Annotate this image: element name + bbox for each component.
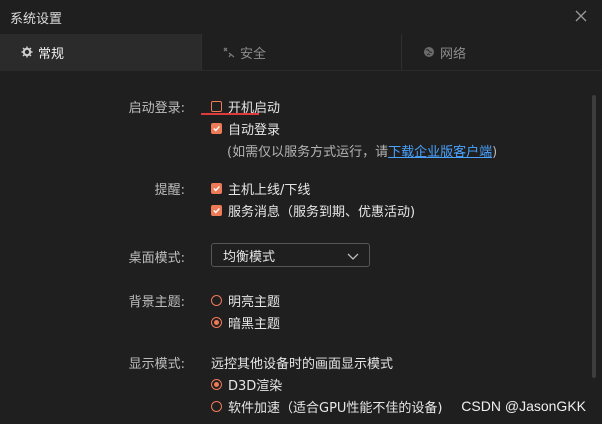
window-title: 系统设置 (10, 12, 63, 27)
tab-security-label: 安全 (240, 46, 267, 62)
settings-content: 启动登录: 开机启动 自动登录 (如需仅以服务方式运行，请下载企业版客户端) 提… (0, 71, 602, 424)
gear-icon (20, 45, 34, 59)
tab-security[interactable]: 安全 (202, 34, 402, 70)
display-mode-description: 远控其他设备时的画面显示模式 (211, 357, 394, 372)
title-bar: 系统设置 (0, 0, 602, 34)
light-theme-label: 明亮主题 (228, 295, 281, 310)
radio-selected-icon (211, 379, 222, 390)
startup-note: (如需仅以服务方式运行，请下载企业版客户端) (227, 141, 497, 160)
chevron-down-icon (347, 250, 359, 260)
startup-label: 启动登录: (128, 101, 185, 116)
tab-network[interactable]: 网络 (402, 34, 602, 70)
radio-software-accel[interactable]: 软件加速（适合GPU性能不佳的设备) (211, 397, 443, 416)
highlight-underline (201, 113, 259, 115)
radio-dark-theme[interactable]: 暗黑主题 (211, 313, 280, 332)
close-icon[interactable] (572, 7, 590, 25)
checkbox-auto-login[interactable]: 自动登录 (211, 119, 280, 138)
startup-note-text: (如需仅以服务方式运行，请 (227, 145, 389, 160)
tab-general[interactable]: 常规 (0, 34, 202, 70)
checkbox-checked-icon (211, 205, 222, 216)
software-accel-label: 软件加速（适合GPU性能不佳的设备) (228, 401, 443, 416)
radio-light-theme[interactable]: 明亮主题 (211, 291, 280, 310)
checkbox-host-online[interactable]: 主机上线/下线 (211, 179, 310, 198)
security-icon (222, 45, 236, 59)
tab-network-label: 网络 (440, 46, 467, 62)
desktop-mode-select[interactable]: 均衡模式 (211, 243, 370, 267)
reminder-label: 提醒: (154, 183, 185, 198)
host-online-label: 主机上线/下线 (228, 183, 311, 198)
service-messages-label: 服务消息（服务到期、优惠活动) (228, 205, 416, 220)
tab-general-label: 常规 (38, 46, 65, 62)
display-mode-label: 显示模式: (128, 357, 185, 372)
checkbox-checked-icon (211, 183, 222, 194)
checkbox-service-messages[interactable]: 服务消息（服务到期、优惠活动) (211, 201, 415, 220)
checkbox-checked-icon (211, 123, 222, 134)
desktop-mode-label: 桌面模式: (128, 251, 185, 266)
globe-icon (422, 45, 436, 59)
radio-d3d-render[interactable]: D3D渲染 (211, 375, 282, 394)
d3d-render-label: D3D渲染 (228, 379, 283, 394)
radio-unselected-icon (211, 295, 222, 306)
desktop-mode-value: 均衡模式 (223, 249, 276, 265)
watermark: CSDN @JasonGKK (461, 398, 586, 414)
checkbox-unchecked-icon (211, 101, 222, 112)
radio-selected-icon (211, 317, 222, 328)
settings-window: 系统设置 常规 安全 网络 启动登录: 开机启动 自动登录 (如需仅以服务方式运… (0, 0, 602, 424)
auto-login-label: 自动登录 (228, 123, 281, 138)
radio-unselected-icon (211, 401, 222, 412)
dark-theme-label: 暗黑主题 (228, 317, 281, 332)
scrollbar[interactable] (592, 95, 596, 378)
tab-bar: 常规 安全 网络 (0, 34, 602, 71)
download-enterprise-link[interactable]: 下载企业版客户端 (388, 145, 492, 160)
theme-label: 背景主题: (128, 295, 185, 310)
startup-note-end: ) (492, 145, 498, 160)
